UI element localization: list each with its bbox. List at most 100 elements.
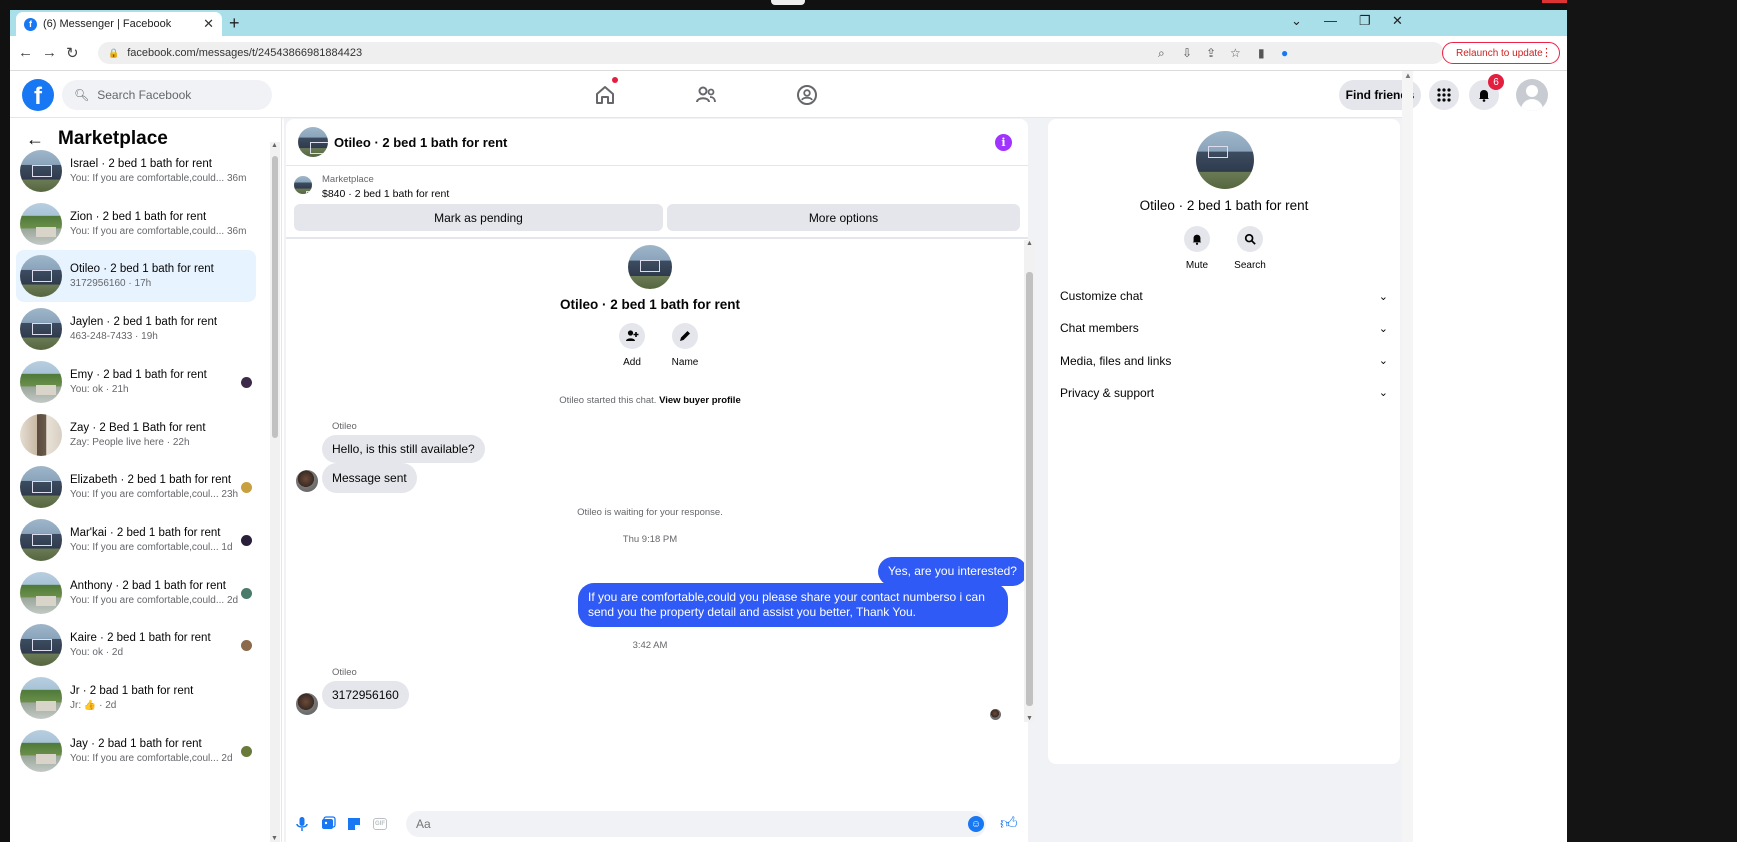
conversation-thumbnail: [20, 255, 62, 298]
emoji-icon[interactable]: ☺: [968, 816, 984, 832]
read-receipt-avatar: [241, 587, 252, 599]
search-action[interactable]: Search: [1230, 226, 1270, 271]
outgoing-message[interactable]: If you are comfortable,could you please …: [578, 583, 1008, 627]
back-icon[interactable]: ←: [18, 44, 33, 61]
conversation-item[interactable]: Otileo · 2 bed 1 bath for rent 3172956160…: [16, 250, 256, 303]
share-icon[interactable]: ⇪: [1206, 46, 1216, 60]
menu-dots-icon[interactable]: ⋮: [1541, 46, 1552, 59]
preview-time: 23h: [221, 489, 239, 501]
url-field[interactable]: 🔒 facebook.com/messages/t/24543866981884…: [98, 42, 1444, 64]
name-action[interactable]: Name: [665, 323, 705, 368]
incoming-message[interactable]: 3172956160: [322, 681, 409, 709]
details-section-1[interactable]: Chat members ⌄: [1060, 317, 1388, 339]
incoming-message[interactable]: Message sent: [322, 463, 417, 493]
incoming-message[interactable]: Hello, is this still available?: [322, 435, 485, 463]
conversation-item[interactable]: Kaire · 2 bed 1 bath for rent You: ok · 2…: [16, 619, 256, 671]
groups-icon[interactable]: [794, 82, 820, 108]
address-bar: ← → ↻ 🔒 facebook.com/messages/t/24543866…: [10, 36, 1567, 71]
close-tab-icon[interactable]: ✕: [203, 16, 214, 32]
view-buyer-profile-link[interactable]: View buyer profile: [659, 395, 741, 406]
contact-avatar[interactable]: [628, 245, 672, 289]
tab-messenger[interactable]: f (6) Messenger | Facebook ✕: [16, 12, 222, 36]
more-options-button[interactable]: More options: [667, 204, 1020, 231]
gif-icon[interactable]: GIF: [373, 818, 387, 830]
info-icon[interactable]: i: [995, 134, 1012, 151]
conversation-thumbnail: [20, 677, 62, 719]
account-avatar[interactable]: [1516, 79, 1548, 111]
sender-name: Otileo: [332, 421, 357, 432]
conversation-item[interactable]: Jaylen · 2 bed 1 bath for rent 463-248-74…: [16, 303, 256, 355]
home-icon[interactable]: [592, 82, 618, 108]
chat-header: Otileo · 2 bed 1 bath for rent i: [286, 119, 1028, 166]
contact-name: Otileo · 2 bed 1 bath for rent: [559, 297, 740, 312]
friends-icon[interactable]: [693, 82, 719, 108]
preview-time: 2d: [226, 594, 239, 606]
details-avatar[interactable]: [1196, 131, 1254, 189]
listing-title[interactable]: $840 · 2 bed 1 bath for rent: [322, 188, 449, 200]
conversation-item[interactable]: Zay · 2 Bed 1 Bath for rent Zay: People l…: [16, 409, 256, 461]
message-input[interactable]: [406, 811, 986, 837]
conversation-item[interactable]: Emy · 2 bad 1 bath for rent You: ok · 21h: [16, 356, 256, 408]
conversation-text: Elizabeth · 2 bed 1 bath for rent You: If…: [70, 474, 256, 500]
profile-icon[interactable]: ●: [1281, 46, 1288, 60]
mute-action[interactable]: Mute: [1177, 226, 1217, 271]
conversation-item[interactable]: Jr · 2 bad 1 bath for rent Jr: 👍 · 2d: [16, 672, 256, 724]
desktop-background: [1567, 0, 1737, 842]
new-tab-button[interactable]: +: [229, 13, 240, 34]
facebook-logo-icon[interactable]: f: [22, 79, 54, 111]
sidebar-scrollbar[interactable]: ▲ ▼: [270, 142, 280, 842]
tab-search-icon[interactable]: ⌄: [1291, 13, 1302, 29]
search-icon: [1237, 226, 1263, 252]
preview-text: 3172956160 · 17h: [70, 278, 152, 290]
side-panel-icon[interactable]: ▮: [1258, 46, 1265, 60]
zoom-icon[interactable]: ⌕: [1158, 46, 1165, 61]
forward-icon[interactable]: →: [42, 44, 57, 61]
details-section-0[interactable]: Customize chat ⌄: [1060, 285, 1388, 307]
sender-avatar[interactable]: [296, 693, 318, 715]
conversation-text: Jay · 2 bad 1 bath for rent You: If you a…: [70, 738, 256, 764]
menu-grid-icon[interactable]: [1429, 80, 1459, 110]
add-action[interactable]: Add: [612, 323, 652, 368]
bookmark-star-icon[interactable]: ☆: [1230, 46, 1241, 60]
sender-avatar[interactable]: [296, 470, 318, 492]
outgoing-message[interactable]: Yes, are you interested?: [878, 557, 1027, 586]
minimize-icon[interactable]: —: [1324, 13, 1337, 28]
photo-icon[interactable]: [320, 816, 336, 832]
details-section-2[interactable]: Media, files and links ⌄: [1060, 350, 1388, 372]
mark-as-pending-button[interactable]: Mark as pending: [294, 204, 663, 231]
listing-thumbnail[interactable]: [294, 176, 312, 194]
reload-icon[interactable]: ↻: [66, 44, 79, 62]
conversation-item[interactable]: Jay · 2 bad 1 bath for rent You: If you a…: [16, 725, 256, 777]
chat-scrollbar[interactable]: ▲ ▼: [1024, 240, 1035, 722]
conversation-item[interactable]: Elizabeth · 2 bed 1 bath for rent You: If…: [16, 461, 256, 513]
facebook-search-input[interactable]: 🔍︎ Search Facebook: [62, 80, 272, 110]
add-label: Add: [623, 357, 641, 368]
chat-title[interactable]: Otileo · 2 bed 1 bath for rent: [334, 135, 507, 150]
window-notch: [771, 0, 805, 5]
conversation-item[interactable]: Zion · 2 bed 1 bath for rent You: If you …: [16, 198, 256, 250]
conversation-item[interactable]: Anthony · 2 bad 1 bath for rent You: If y…: [16, 567, 256, 619]
mute-label: Mute: [1185, 260, 1209, 271]
details-card: Otileo · 2 bed 1 bath for rent Mute Sear…: [1048, 119, 1400, 764]
conversation-text: Zion · 2 bed 1 bath for rent You: If you …: [70, 211, 256, 237]
thumbs-up-icon[interactable]: 👍︎: [1000, 813, 1018, 834]
chat-started-text: Otileo started this chat.: [559, 395, 657, 406]
conversation-item[interactable]: Mar'kai · 2 bed 1 bath for rent You: If y…: [16, 514, 256, 566]
chat-header-avatar[interactable]: [298, 127, 328, 157]
conversation-preview: You: ok · 21h: [70, 384, 256, 395]
page-scrollbar[interactable]: ▲: [1402, 71, 1413, 842]
install-icon[interactable]: ⇩: [1182, 46, 1192, 60]
details-section-3[interactable]: Privacy & support ⌄: [1060, 382, 1388, 404]
section-label: Customize chat: [1060, 289, 1143, 303]
preview-text: You: ok · 21h: [70, 383, 129, 395]
screen: f (6) Messenger | Facebook ✕ + ⌄ — ❐ ✕ ←…: [0, 0, 1737, 842]
conversation-item[interactable]: Israel · 2 bed 1 bath for rent You: If yo…: [16, 145, 256, 197]
close-window-icon[interactable]: ✕: [1392, 13, 1403, 29]
sticker-icon[interactable]: [346, 816, 362, 832]
relaunch-button[interactable]: Relaunch to update ⋮: [1442, 42, 1560, 64]
preview-time: 2d: [221, 752, 233, 764]
restore-icon[interactable]: ❐: [1359, 13, 1371, 29]
conversation-text: Israel · 2 bed 1 bath for rent You: If yo…: [70, 158, 256, 184]
microphone-icon[interactable]: [294, 816, 310, 832]
conversation-name: Zion · 2 bed 1 bath for rent: [70, 210, 207, 223]
